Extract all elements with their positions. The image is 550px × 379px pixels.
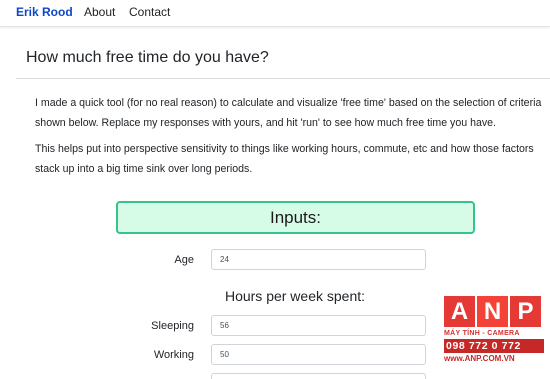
watermark-letter-a: A [444, 296, 475, 327]
watermark-letter-n: N [477, 296, 508, 327]
navbar: Erik Rood About Contact [0, 0, 550, 27]
watermark-letter-p: P [510, 296, 541, 327]
brand-link[interactable]: Erik Rood [16, 5, 73, 19]
age-label: Age [174, 254, 194, 266]
hours-heading: Hours per week spent: [224, 288, 366, 304]
intro-paragraph: I made a quick tool (for no real reason)… [35, 97, 542, 129]
working-input[interactable] [211, 344, 426, 365]
watermark-tagline: MÁY TÍNH - CAMERA [444, 330, 520, 337]
sleeping-label: Sleeping [151, 320, 194, 332]
nav-link-contact[interactable]: Contact [129, 5, 170, 19]
inputs-heading: Inputs: [269, 208, 322, 227]
context-paragraph: This helps put into perspective sensitiv… [35, 143, 534, 175]
sleeping-input[interactable] [211, 315, 426, 336]
working-label: Working [153, 349, 194, 361]
watermark-website: www.ANP.COM.VN [444, 354, 515, 363]
watermark-logo: A N P [444, 296, 544, 327]
title-divider [16, 78, 550, 79]
page-title: How much free time do you have? [26, 49, 269, 66]
anp-watermark: A N P MÁY TÍNH - CAMERA 098 772 0 772 ww… [444, 296, 544, 374]
inputs-header-box: Inputs: [116, 201, 475, 234]
nav-link-about[interactable]: About [84, 5, 115, 19]
next-hours-input[interactable] [211, 373, 426, 379]
age-input[interactable] [211, 249, 426, 270]
watermark-phone: 098 772 0 772 [444, 339, 544, 353]
